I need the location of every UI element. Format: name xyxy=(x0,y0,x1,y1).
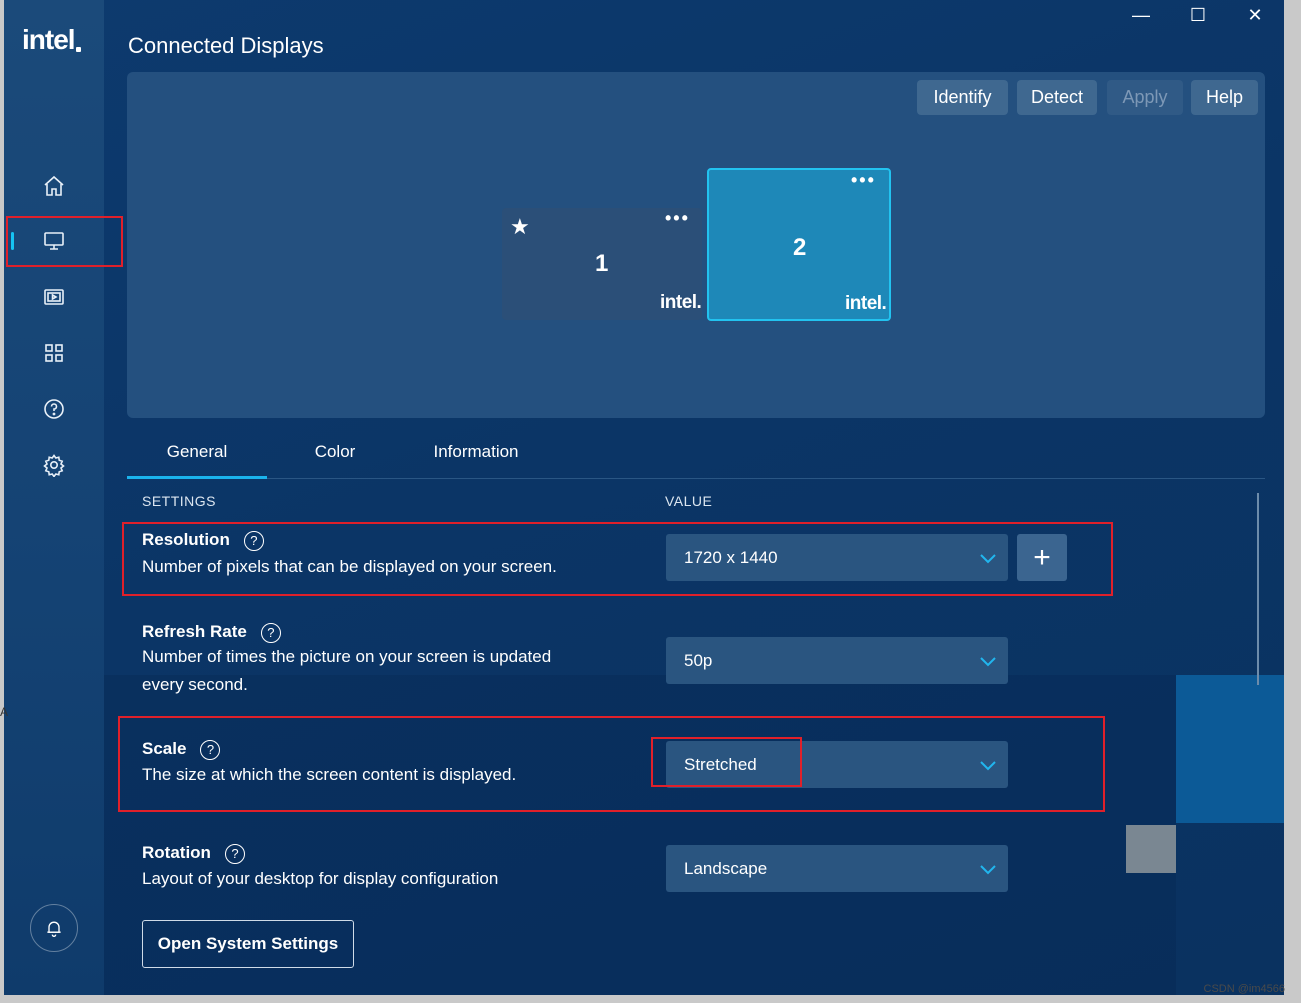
sidebar: intel xyxy=(4,0,104,995)
resolution-value: 1720 x 1440 xyxy=(684,547,778,567)
nav-help[interactable] xyxy=(4,384,104,434)
resolution-dropdown[interactable]: 1720 x 1440 xyxy=(666,534,1008,581)
display-2-intel-logo: intel. xyxy=(845,293,887,314)
open-system-settings-button[interactable]: Open System Settings xyxy=(142,920,354,968)
identify-button[interactable]: Identify xyxy=(917,80,1008,115)
display-1-number: 1 xyxy=(595,250,609,277)
notifications-button[interactable] xyxy=(30,904,78,952)
resolution-title: Resolution? xyxy=(142,530,264,551)
watermark: CSDN @im4566 xyxy=(1203,983,1285,995)
display-1-intel-logo: intel. xyxy=(660,292,702,313)
chevron-down-icon xyxy=(978,651,998,671)
tab-general[interactable]: General xyxy=(127,425,267,479)
refresh-rate-dropdown[interactable]: 50p xyxy=(666,637,1008,684)
help-circle-icon xyxy=(44,399,64,419)
tab-color[interactable]: Color xyxy=(275,425,395,478)
rotation-title: Rotation? xyxy=(142,843,245,864)
display-2-menu-icon[interactable]: ••• xyxy=(851,170,876,191)
tab-information[interactable]: Information xyxy=(411,425,541,478)
scale-help-icon[interactable]: ? xyxy=(200,739,221,760)
display-2[interactable]: ••• 2 intel. xyxy=(707,168,891,321)
scale-dropdown[interactable]: Stretched xyxy=(666,741,1008,788)
primary-star-icon: ★ xyxy=(510,214,530,239)
close-button[interactable]: ✕ xyxy=(1227,0,1283,30)
nav-display[interactable] xyxy=(4,216,104,266)
scrollbar[interactable] xyxy=(1257,493,1259,685)
home-icon xyxy=(44,175,64,196)
settings-column-header: SETTINGS xyxy=(142,493,217,509)
display-1[interactable]: ★ ••• 1 intel. xyxy=(502,208,702,320)
left-edge-glyph: A xyxy=(0,705,9,719)
value-column-header: VALUE xyxy=(665,493,713,509)
display-2-number: 2 xyxy=(793,234,807,261)
rotation-desc: Layout of your desktop for display confi… xyxy=(142,869,499,888)
page-title: Connected Displays xyxy=(128,33,324,58)
tab-bar: General Color Information xyxy=(127,425,1265,479)
resolution-help-icon[interactable]: ? xyxy=(243,530,264,551)
chevron-down-icon xyxy=(978,548,998,568)
maximize-button[interactable]: ☐ xyxy=(1170,0,1226,30)
rotation-help-icon[interactable]: ? xyxy=(224,843,245,864)
bell-icon xyxy=(47,921,61,937)
refresh-rate-desc: Number of times the picture on your scre… xyxy=(142,647,552,694)
refresh-rate-title: Refresh Rate? xyxy=(142,622,281,643)
refresh-rate-value: 50p xyxy=(684,650,713,670)
minimize-button[interactable]: — xyxy=(1113,0,1169,30)
intel-logo: intel xyxy=(22,24,81,56)
nav-settings[interactable] xyxy=(4,440,104,490)
scale-desc: The size at which the screen content is … xyxy=(142,765,517,784)
rotation-value: Landscape xyxy=(684,858,768,878)
app-window: intel — ☐ ✕ Connected Displays Identify xyxy=(4,0,1284,995)
scale-value: Stretched xyxy=(684,754,757,774)
display-1-menu-icon[interactable]: ••• xyxy=(665,208,690,229)
active-indicator xyxy=(11,232,14,250)
decorative-block-blue xyxy=(1176,675,1284,823)
nav-video[interactable] xyxy=(4,272,104,322)
nav-home[interactable] xyxy=(4,161,104,211)
help-button[interactable]: Help xyxy=(1191,80,1258,115)
nav-apps[interactable] xyxy=(4,328,104,378)
chevron-down-icon xyxy=(978,755,998,775)
rotation-dropdown[interactable]: Landscape xyxy=(666,845,1008,892)
decorative-block-gray xyxy=(1126,825,1176,873)
gear-icon xyxy=(43,454,65,477)
add-custom-resolution-button[interactable]: + xyxy=(1017,534,1067,581)
detect-button[interactable]: Detect xyxy=(1017,80,1097,115)
scale-title: Scale? xyxy=(142,739,221,760)
apply-button[interactable]: Apply xyxy=(1107,80,1183,115)
resolution-desc: Number of pixels that can be displayed o… xyxy=(142,557,557,576)
chevron-down-icon xyxy=(978,859,998,879)
video-icon xyxy=(44,289,64,305)
monitor-icon xyxy=(44,232,64,250)
refresh-rate-help-icon[interactable]: ? xyxy=(260,622,281,643)
grid-icon xyxy=(45,344,63,362)
display-arrangement-panel: Identify Detect Apply Help ★ ••• 1 intel… xyxy=(127,72,1265,418)
